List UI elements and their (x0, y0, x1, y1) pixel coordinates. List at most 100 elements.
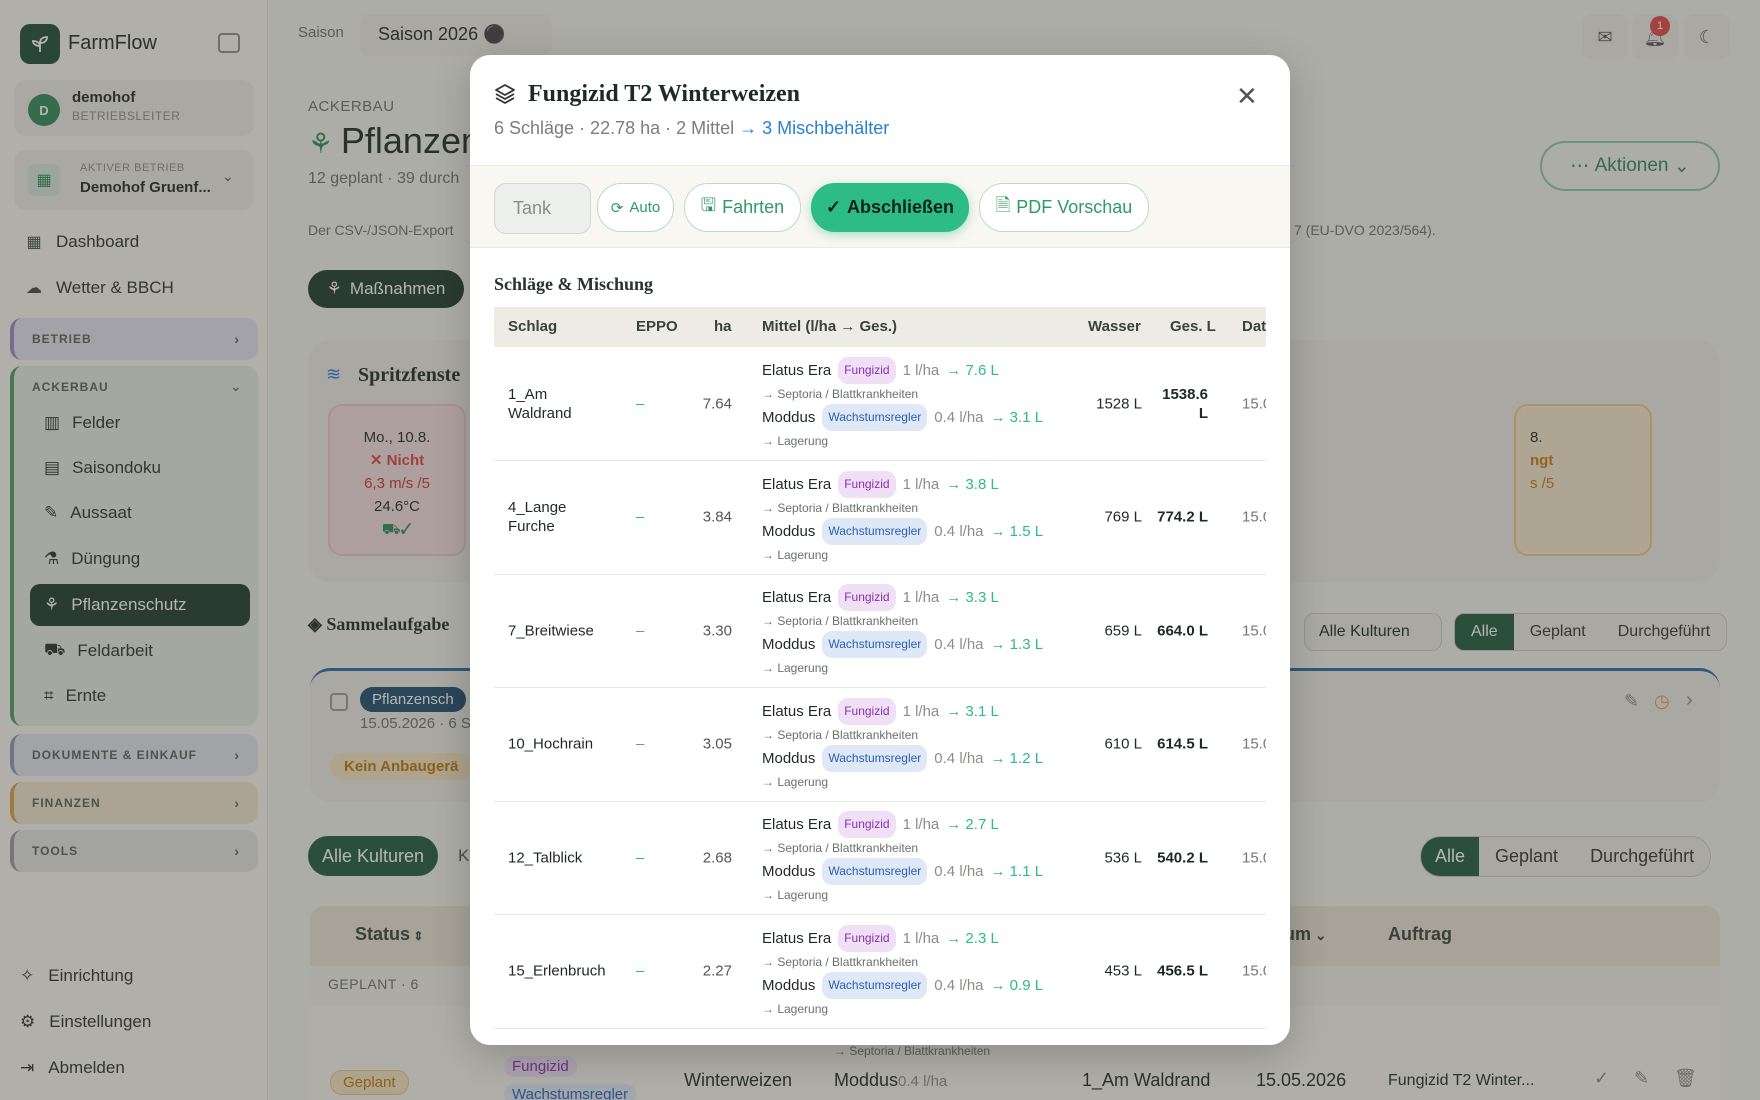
mittel-target: → Septoria / Blattkrankheiten (762, 614, 919, 628)
mittel-target: → Lagerung (762, 661, 829, 675)
row-schlag: 4_Lange Furche (508, 499, 567, 535)
row-wasser: 659 L (1104, 622, 1142, 639)
row-eppo: – (636, 395, 645, 412)
tag-wachstumsregler: Wachstumsregler (822, 631, 928, 658)
mittel-total: → 3.3 L (946, 589, 999, 606)
mittel-dose: 1 l/ha (902, 475, 940, 493)
tag-wachstumsregler: Wachstumsregler (822, 517, 928, 545)
auto-label: Auto (629, 199, 661, 216)
mittel-total: → 0.9 L (990, 976, 1044, 994)
table-row[interactable]: 7_Breitwiese – 3.30 Elatus Era Fungizid 1 … (494, 574, 1266, 688)
modal-subtitle: 6 Schläge · 22.78 ha · 2 Mittel → 3 Misc… (494, 118, 889, 139)
mittel-line: Elatus Era Fungizid 1 l/ha → 2.3 L (762, 924, 1062, 952)
tank-input[interactable]: Tank (494, 183, 591, 234)
mischbehaelter-link[interactable]: → 3 Mischbehälter (739, 118, 889, 138)
mittel-name: Elatus Era (762, 816, 832, 833)
mittel-total: → 2.3 L (946, 929, 999, 947)
mittel-name: Moddus (762, 749, 816, 767)
tag-fungizid: Fungizid (838, 584, 896, 611)
row-wasser: 769 L (1104, 508, 1142, 526)
row-wasser: 1528 L (1096, 395, 1142, 412)
pdf-preview-button[interactable]: 🗎︎ PDF Vorschau (979, 183, 1149, 232)
mittel-line: Moddus Wachstumsregler 0.4 l/ha → 1.1 L (762, 858, 1062, 885)
modal-dialog: Fungizid T2 Winterweizen 6 Schläge · 22.… (470, 55, 1290, 1045)
mittel-dose: 1 l/ha (902, 929, 940, 947)
table-row[interactable]: 4_Lange Furche – 3.84 Elatus Era Fungizid… (494, 461, 1266, 575)
row-ha: 3.84 (702, 508, 732, 526)
mittel-dose: 1 l/ha (902, 362, 940, 379)
tag-fungizid: Fungizid (838, 697, 896, 725)
mittel-total: → 3.8 L (946, 475, 999, 493)
layers-icon (494, 83, 516, 111)
col-mittel[interactable]: Mittel (l/ha → Ges.) (762, 318, 897, 335)
mittel-target: → Septoria / Blattkrankheiten (762, 954, 919, 969)
fahrten-button[interactable]: 🖫︎ Fahrten (684, 183, 801, 232)
refresh-icon: ⟳ (610, 199, 624, 217)
mittel-line: Elatus Era Fungizid 1 l/ha → 3.3 L (762, 584, 1062, 611)
tag-fungizid: Fungizid (838, 470, 896, 498)
table-row[interactable]: 1_Am Waldrand – 7.64 Elatus Era Fungizid 1… (494, 347, 1266, 461)
row-mittel: Elatus Era Fungizid 1 l/ha → 2.3 L → Septor… (762, 924, 1062, 1019)
row-ha: 2.27 (702, 962, 732, 980)
row-ha: 7.64 (702, 395, 732, 412)
mittel-name: Moddus (762, 409, 816, 426)
row-gesl: 774.2 L (1157, 508, 1208, 526)
col-eppo[interactable]: EPPO (636, 318, 678, 335)
col-wasser[interactable]: Wasser (1088, 318, 1141, 335)
mittel-target: → Lagerung (762, 547, 829, 562)
mittel-dose: 0.4 l/ha (934, 863, 984, 880)
mittel-name: Elatus Era (762, 702, 832, 720)
auto-button[interactable]: ⟳ Auto (597, 183, 674, 232)
row-mittel: Elatus Era Fungizid 1 l/ha → 3.1 L → Septor… (762, 697, 1062, 792)
mittel-total: → 1.1 L (990, 863, 1044, 880)
mittel-line: Elatus Era Fungizid 1 l/ha → 7.6 L (762, 357, 1062, 384)
close-icon[interactable]: ✕ (1236, 81, 1258, 112)
row-dat: 15.0 (1242, 395, 1266, 412)
mittel-line: Moddus Wachstumsregler 0.4 l/ha → 3.1 L (762, 404, 1062, 431)
row-schlag: 1_Am Waldrand (508, 385, 572, 422)
row-schlag: 7_Breitwiese (508, 622, 594, 639)
save-icon: 🖫︎ (700, 194, 717, 215)
row-eppo: – (636, 962, 645, 980)
col-ha[interactable]: ha (714, 318, 732, 335)
table-row[interactable]: 12_Talblick – 2.68 Elatus Era Fungizid 1 l… (494, 801, 1266, 915)
mittel-name: Elatus Era (762, 929, 832, 947)
row-dat: 15.0 (1242, 508, 1266, 526)
row-eppo: – (636, 735, 645, 753)
table-row[interactable]: 15_Erlenbruch – 2.27 Elatus Era Fungizid 1… (494, 915, 1266, 1029)
row-gesl: 540.2 L (1157, 849, 1208, 866)
row-dat: 15.0 (1242, 849, 1266, 866)
mittel-target: → Lagerung (762, 1001, 829, 1016)
row-schlag: 12_Talblick (508, 849, 583, 866)
section-title: Schläge & Mischung (494, 274, 654, 294)
row-mittel: Elatus Era Fungizid 1 l/ha → 7.6 L → Septor… (762, 357, 1062, 451)
mittel-dose: 0.4 l/ha (934, 976, 984, 994)
table-row[interactable]: 10_Hochrain – 3.05 Elatus Era Fungizid 1 l… (494, 688, 1266, 802)
row-eppo: – (636, 622, 645, 639)
mittel-total: → 2.7 L (946, 816, 999, 833)
mittel-target: → Septoria / Blattkrankheiten (762, 500, 919, 515)
modal-header: Fungizid T2 Winterweizen 6 Schläge · 22.… (470, 55, 1290, 165)
tag-wachstumsregler: Wachstumsregler (822, 858, 928, 885)
mittel-name: Moddus (762, 976, 816, 994)
mittel-line: Moddus Wachstumsregler 0.4 l/ha → 0.9 L (762, 971, 1062, 999)
mittel-total: → 3.1 L (946, 702, 999, 720)
tag-wachstumsregler: Wachstumsregler (822, 744, 928, 772)
tag-wachstumsregler: Wachstumsregler (822, 404, 928, 431)
modal-summary: 6 Schläge · 22.78 ha · 2 Mittel (494, 118, 735, 138)
mittel-target: → Lagerung (762, 888, 829, 902)
mittel-dose: 0.4 l/ha (934, 522, 984, 540)
col-dat[interactable]: Dat (1242, 318, 1266, 335)
mittel-line: Elatus Era Fungizid 1 l/ha → 3.8 L (762, 470, 1062, 498)
mittel-target: → Septoria / Blattkrankheiten (762, 727, 919, 742)
col-gesl[interactable]: Ges. L (1170, 318, 1216, 335)
mittel-name: Moddus (762, 636, 816, 653)
row-eppo: – (636, 849, 645, 866)
abschliessen-button[interactable]: ✓ Abschließen (811, 183, 969, 232)
mittel-line: Elatus Era Fungizid 1 l/ha → 2.7 L (762, 811, 1062, 838)
row-gesl: 1538.6 L (1162, 385, 1208, 422)
mittel-total: → 1.2 L (990, 749, 1044, 767)
col-schlag[interactable]: Schlag (508, 318, 557, 335)
modal-title: Fungizid T2 Winterweizen (528, 81, 801, 107)
abschliessen-label: Abschließen (847, 197, 955, 217)
